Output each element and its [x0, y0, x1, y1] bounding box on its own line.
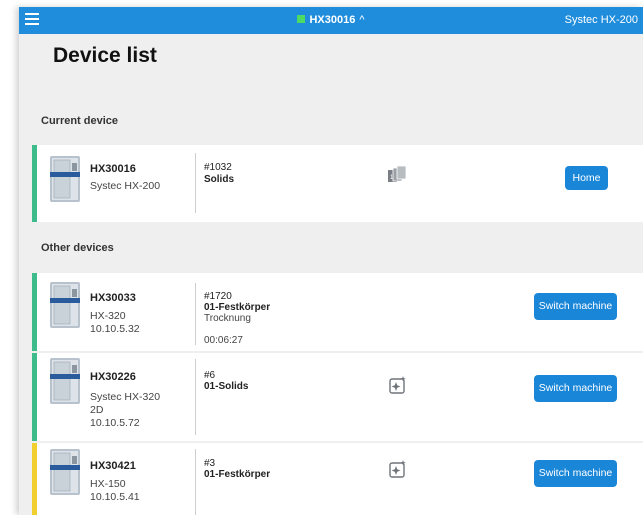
switch-machine-button[interactable]: Switch machine — [534, 375, 617, 402]
column-divider — [195, 283, 196, 345]
device-model: HX-150 — [90, 478, 126, 490]
job-time: 00:06:27 — [204, 335, 243, 346]
job-name: Solids — [204, 174, 235, 185]
status-square-icon — [297, 15, 306, 23]
sparkle-clean-icon — [389, 460, 406, 478]
device-config: 2D — [90, 404, 104, 416]
device-ip: 10.10.5.72 — [90, 417, 140, 429]
column-divider — [195, 153, 196, 213]
current-device-heading: Current device — [41, 115, 119, 127]
device-name: HX30226 — [90, 371, 136, 383]
machine-type-label: Systec HX-200 — [564, 14, 638, 26]
device-row: HX30226 Systec HX-320 2D 10.10.5.72 #6 0… — [32, 353, 643, 441]
status-stripe — [32, 145, 37, 222]
switch-machine-button[interactable]: Switch machine — [534, 293, 617, 320]
device-name: HX30033 — [90, 292, 136, 304]
status-stripe — [32, 443, 37, 515]
job-name: 01-Festkörper — [204, 302, 271, 313]
current-device-row: HX30016 Systec HX-200 #1032 Solids 1 Hom… — [32, 145, 643, 222]
device-name: HX30016 — [90, 163, 136, 175]
status-stripe — [32, 273, 37, 351]
device-name: HX30421 — [90, 460, 136, 472]
job-number: #1032 — [204, 162, 232, 173]
device-model: HX-320 — [90, 310, 126, 322]
other-devices-heading: Other devices — [41, 242, 114, 254]
column-divider — [195, 359, 196, 435]
app-frame: HX30016 ^ Systec HX-200 Device list Curre… — [19, 7, 643, 515]
device-row: HX30033 HX-320 10.10.5.32 #1720 01-Festk… — [32, 273, 643, 351]
device-selector[interactable]: HX30016 ^ — [19, 14, 643, 26]
top-bar: HX30016 ^ Systec HX-200 — [19, 7, 643, 34]
chevron-up-icon: ^ — [359, 14, 365, 26]
machine-image — [50, 282, 80, 328]
column-divider — [195, 449, 196, 515]
sparkle-clean-icon — [389, 376, 406, 394]
page-title: Device list — [53, 44, 157, 67]
device-model: Systec HX-320 — [90, 391, 161, 403]
device-model: Systec HX-200 — [90, 180, 161, 192]
machine-image — [50, 449, 80, 495]
job-step: Trocknung — [204, 313, 251, 324]
device-row: HX30421 HX-150 10.10.5.41 #3 01-Festkörp… — [32, 443, 643, 515]
status-stripe — [32, 353, 37, 441]
home-button[interactable]: Home — [565, 166, 608, 190]
machine-image — [50, 358, 80, 404]
book-pages-icon: 1 — [388, 165, 407, 182]
device-ip: 10.10.5.32 — [90, 323, 140, 335]
switch-machine-button[interactable]: Switch machine — [534, 460, 617, 487]
job-name: 01-Festkörper — [204, 469, 271, 480]
job-name: 01-Solids — [204, 381, 249, 392]
device-ip: 10.10.5.41 — [90, 491, 140, 503]
machine-image — [50, 156, 80, 202]
device-selector-label: HX30016 — [309, 14, 356, 26]
